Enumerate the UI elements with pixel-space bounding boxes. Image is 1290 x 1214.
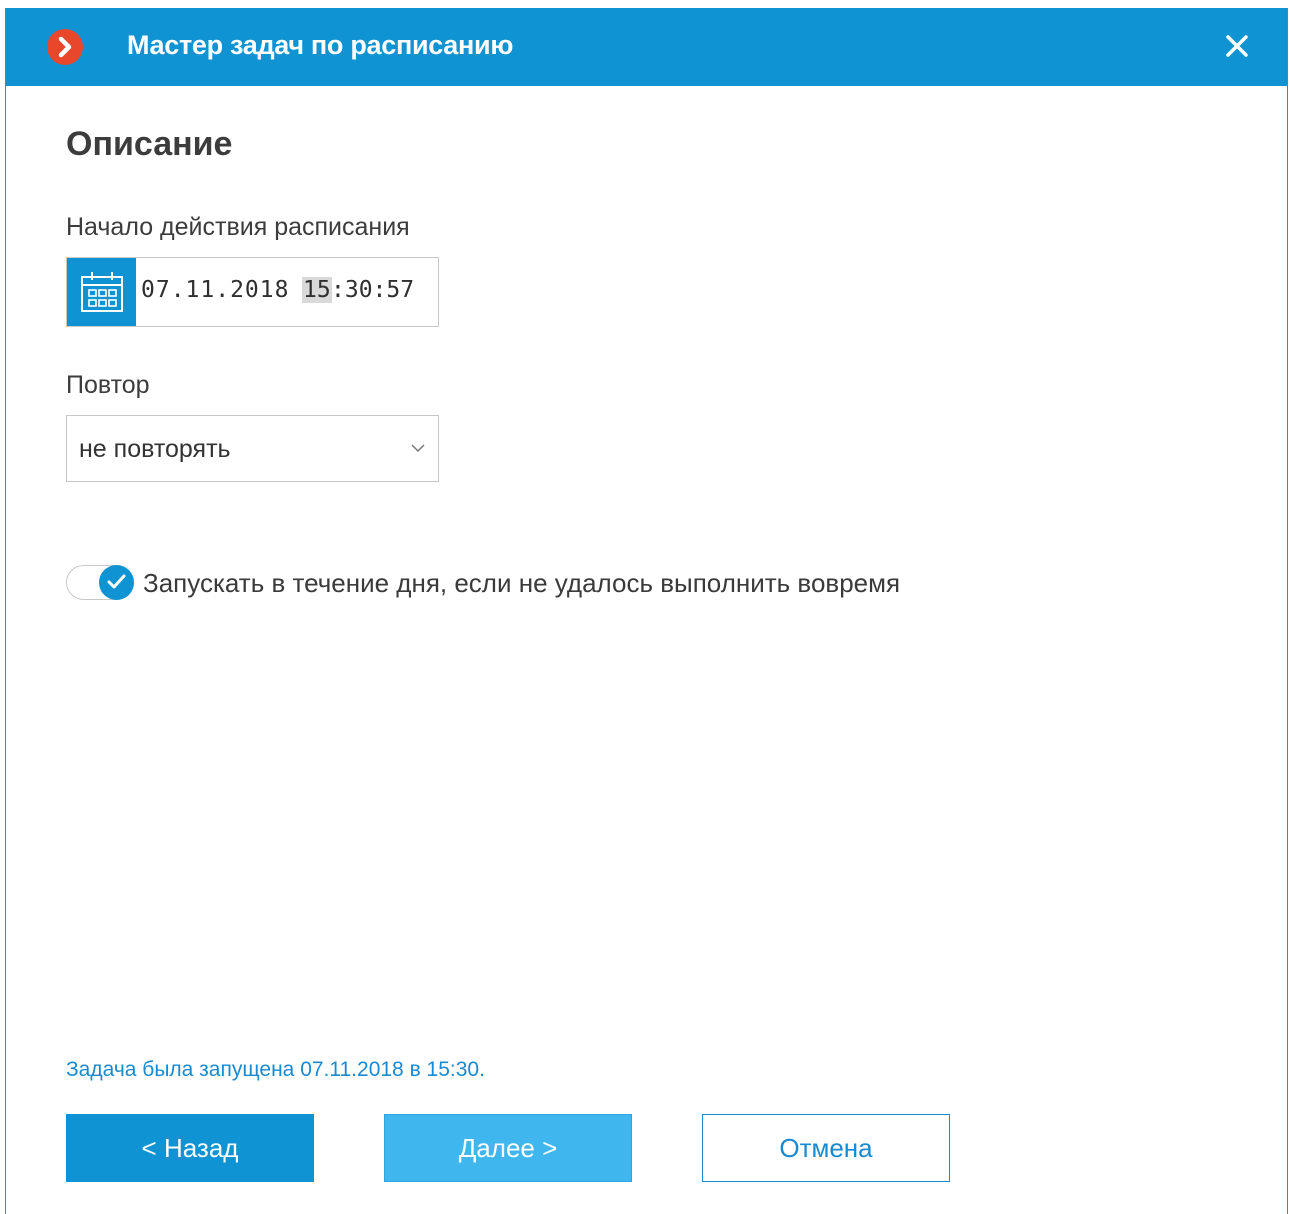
close-icon[interactable]: [1221, 30, 1253, 62]
repeat-select[interactable]: не повторять: [66, 415, 439, 482]
hour-value-selected[interactable]: 15: [302, 277, 332, 303]
title-bar: Мастер задач по расписанию: [6, 8, 1287, 86]
checkmark-icon: [107, 574, 126, 589]
cancel-button[interactable]: Отмена: [702, 1114, 950, 1182]
chevron-down-icon: [411, 444, 425, 453]
run-missed-label[interactable]: Запускать в течение дня, если не удалось…: [143, 568, 900, 599]
page-title: Описание: [66, 125, 233, 163]
app-logo-icon: [47, 29, 83, 65]
back-button[interactable]: < Назад: [66, 1114, 314, 1182]
schedule-start-label: Начало действия расписания: [66, 213, 410, 241]
scheduler-wizard-window: Мастер задач по расписанию Описание Нача…: [5, 8, 1288, 1214]
repeat-selected-value: не повторять: [79, 435, 231, 463]
window-title: Мастер задач по расписанию: [127, 30, 514, 60]
time-value[interactable]: :30:57: [331, 277, 414, 303]
calendar-icon: [81, 272, 123, 312]
schedule-start-datetime-field[interactable]: 07.11.2018 15 :30:57: [66, 257, 439, 327]
status-message: Задача была запущена 07.11.2018 в 15:30.: [66, 1058, 485, 1081]
calendar-button[interactable]: [67, 258, 136, 326]
repeat-label: Повтор: [66, 371, 150, 399]
next-button[interactable]: Далее >: [384, 1114, 632, 1182]
toggle-knob: [99, 565, 134, 600]
run-missed-toggle[interactable]: [66, 565, 134, 600]
date-value[interactable]: 07.11.2018: [141, 277, 289, 303]
